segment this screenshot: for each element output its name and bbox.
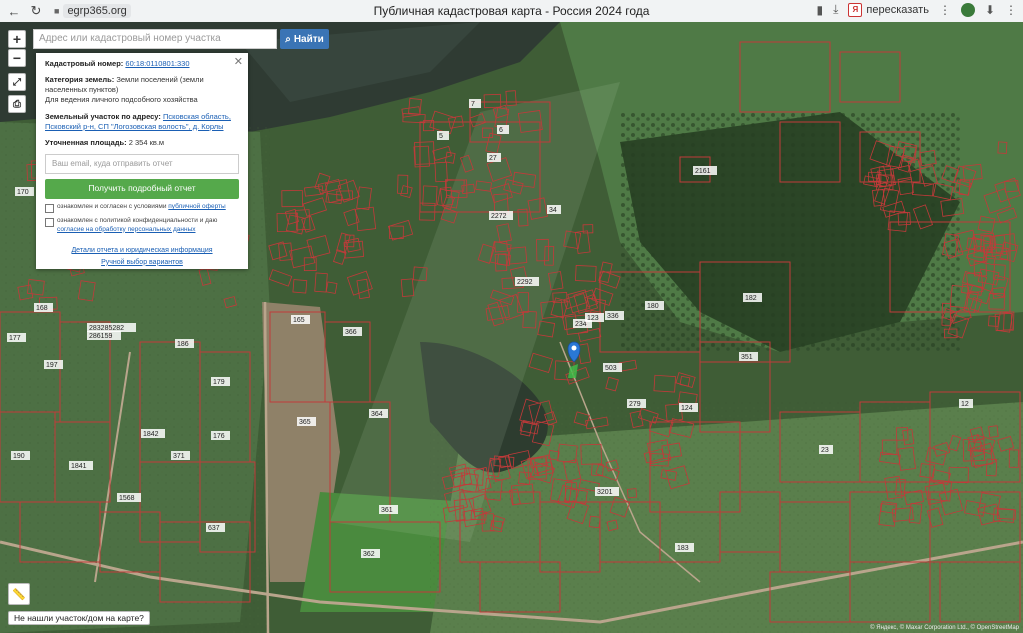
parcel-label[interactable]: 366 (345, 329, 357, 336)
cadastral-row: Кадастровый номер: 60:18:0110801:330 (45, 59, 239, 69)
parcel-label[interactable]: 637 (208, 525, 220, 532)
report-details-link[interactable]: Детали отчета и юридическая информация (71, 247, 212, 254)
parcel-label[interactable]: 5 (439, 133, 443, 140)
parcel-label[interactable]: 183 (677, 545, 689, 552)
search-placeholder: Адрес или кадастровый номер участка (39, 33, 221, 44)
parcel-label[interactable]: 336 (607, 313, 619, 320)
parcel-label[interactable]: 3201 (597, 489, 613, 496)
address-bar[interactable]: ■ egrp365.org (54, 4, 131, 18)
parcel-label[interactable]: 170 (17, 189, 29, 196)
reload-icon[interactable]: ↻ (28, 3, 44, 19)
parcel-label[interactable]: 6 (499, 127, 503, 134)
map-attribution: © Яндекс, © Maxar Corporation Ltd., © Op… (870, 625, 1019, 631)
personal-data-link[interactable]: согласие на обработку персональных данны… (57, 226, 196, 233)
offer-consent: ознакомлен и согласен с условиями публич… (45, 203, 239, 213)
parcel-label[interactable]: 286159 (89, 333, 112, 340)
get-report-button[interactable]: Получить подробный отчет (45, 178, 239, 199)
parcel-label[interactable]: 27 (489, 155, 497, 162)
search-button-label: Найти (293, 33, 324, 45)
site-info-icon[interactable]: ■ (54, 6, 59, 16)
retell-button[interactable]: Я пересказать (848, 2, 929, 17)
parcel-label[interactable]: 2292 (517, 279, 533, 286)
parcel-label[interactable]: 371 (173, 453, 185, 460)
parcel-label[interactable]: 190 (13, 453, 25, 460)
email-placeholder: Ваш email, куда отправить отчет (52, 158, 173, 168)
offer-checkbox[interactable] (45, 203, 54, 213)
satellite-map[interactable]: 168 177 197 190 1841 1568 176 371 179 637 361 362 36… (0, 22, 1023, 633)
category-label: Категория земель: (45, 75, 115, 85)
search-button[interactable]: ⌕ Найти (280, 29, 329, 49)
parcel-label[interactable]: 12 (961, 401, 969, 408)
address-label: Земельный участок по адресу: (45, 111, 161, 121)
area-value: 2 354 кв.м (128, 137, 165, 147)
parcel-label[interactable]: 2161 (695, 168, 711, 175)
url-domain: egrp365.org (63, 4, 131, 18)
parcel-label[interactable]: 1842 (143, 431, 159, 438)
parcel-label[interactable]: 177 (9, 335, 21, 342)
bookmark-icon[interactable]: ▮ (816, 3, 823, 17)
parcel-label[interactable]: 124 (681, 405, 693, 412)
retell-label: пересказать (866, 3, 929, 16)
ruler-icon[interactable]: 📏 (8, 583, 30, 605)
parcel-label[interactable]: 1568 (119, 495, 135, 502)
privacy-checkbox[interactable] (45, 217, 54, 227)
search-input[interactable]: Адрес или кадастровый номер участка (33, 29, 277, 49)
cadastral-label: Кадастровый номер: (45, 59, 124, 68)
extension-icon[interactable] (960, 2, 975, 17)
parcel-label[interactable]: 283285282 (89, 325, 124, 332)
parcel-label[interactable]: 1841 (71, 463, 87, 470)
parcel-label[interactable]: 7 (471, 101, 475, 108)
parcel-label[interactable]: 123 (587, 315, 599, 322)
parcel-label[interactable]: 197 (46, 362, 58, 369)
parcel-label[interactable]: 176 (213, 433, 225, 440)
download-icon[interactable]: ⤓ (833, 2, 838, 17)
parcel-label[interactable]: 351 (741, 354, 753, 361)
download-tray-icon[interactable]: ⬇ (985, 3, 995, 17)
area-row: Уточненная площадь: 2 354 кв.м (45, 138, 239, 148)
parcel-label[interactable]: 362 (363, 551, 375, 558)
offer-consent-text: ознакомлен и согласен с условиями (57, 202, 167, 210)
parcel-label[interactable]: 165 (293, 317, 305, 324)
parcel-label[interactable]: 234 (575, 321, 587, 328)
print-icon[interactable]: ⎙ (8, 95, 26, 113)
zoom-out-button[interactable]: − (8, 49, 26, 67)
cadastral-number-link[interactable]: 60:18:0110801:330 (125, 59, 189, 68)
parcel-label[interactable]: 180 (647, 303, 659, 310)
more-menu-icon[interactable]: ⋮ (939, 3, 951, 17)
yandex-logo-icon: Я (848, 2, 863, 17)
manual-choice-link[interactable]: Ручной выбор вариантов (101, 259, 183, 266)
back-arrow-icon[interactable]: ← (6, 3, 22, 19)
parcel-label[interactable]: 34 (549, 207, 557, 214)
parcel-label[interactable]: 2272 (491, 213, 507, 220)
browser-toolbar: ← ↻ ■ egrp365.org Публичная кадастровая … (0, 0, 1023, 23)
parcel-info-panel: ✕ Кадастровый номер: 60:18:0110801:330 К… (36, 53, 248, 269)
area-label: Уточненная площадь: (45, 137, 127, 147)
email-field[interactable]: Ваш email, куда отправить отчет (45, 153, 239, 174)
parcel-label[interactable]: 503 (605, 365, 617, 372)
public-offer-link[interactable]: публичной оферты (168, 203, 225, 210)
overflow-menu-icon[interactable]: ⋮ (1005, 3, 1017, 17)
parcel-label[interactable]: 361 (381, 507, 393, 514)
usage-value: Для ведения личного подсобного хозяйства (45, 95, 198, 105)
not-found-button[interactable]: Не нашли участок/дом на карте? (8, 611, 150, 625)
parcel-label[interactable]: 23 (821, 447, 829, 454)
parcel-label[interactable]: 364 (371, 411, 383, 418)
category-row: Категория земель: Земли поселений (земли… (45, 75, 239, 105)
parcel-label[interactable]: 365 (299, 419, 311, 426)
parcel-label[interactable]: 179 (213, 379, 225, 386)
parcel-label[interactable]: 279 (629, 401, 641, 408)
parcel-label[interactable]: 186 (177, 341, 189, 348)
search-icon: ⌕ (285, 33, 291, 45)
privacy-consent: ознакомлен с политикой конфиденциальност… (45, 217, 239, 235)
close-icon[interactable]: ✕ (234, 55, 243, 70)
address-row: Земельный участок по адресу: Псковская о… (45, 112, 239, 132)
privacy-consent-text: ознакомлен с политикой конфиденциальност… (57, 216, 218, 224)
fullscreen-icon[interactable]: ⤢ (8, 73, 26, 91)
parcel-label[interactable]: 168 (36, 305, 48, 312)
parcel-label[interactable]: 182 (745, 295, 757, 302)
zoom-in-button[interactable]: + (8, 30, 26, 48)
